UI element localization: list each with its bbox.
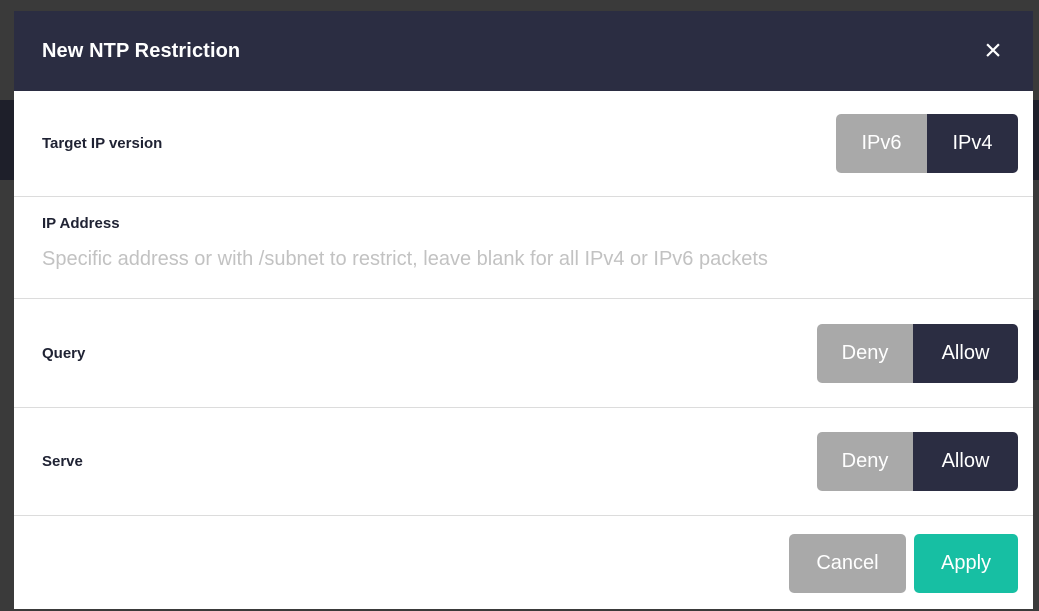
ip-address-label: IP Address bbox=[42, 215, 120, 232]
serve-allow-option[interactable]: Allow bbox=[913, 432, 1018, 491]
serve-deny-option[interactable]: Deny bbox=[817, 432, 913, 491]
ip-address-input[interactable] bbox=[42, 248, 1005, 271]
ip-version-toggle: IPv6 IPv4 bbox=[836, 114, 1018, 173]
ipv6-option[interactable]: IPv6 bbox=[836, 114, 927, 173]
dialog-footer: Cancel Apply bbox=[14, 516, 1033, 610]
cancel-button[interactable]: Cancel bbox=[789, 533, 906, 593]
ip-address-block: IP Address bbox=[14, 197, 1033, 299]
apply-button[interactable]: Apply bbox=[914, 533, 1018, 593]
backdrop bbox=[1033, 310, 1039, 380]
backdrop bbox=[1033, 100, 1039, 180]
query-allow-option[interactable]: Allow bbox=[913, 323, 1018, 383]
query-row: Query Deny Allow bbox=[14, 299, 1033, 408]
query-deny-option[interactable]: Deny bbox=[817, 323, 913, 383]
serve-label: Serve bbox=[42, 453, 83, 470]
target-ip-version-row: Target IP version IPv6 IPv4 bbox=[14, 91, 1033, 197]
dialog-title: New NTP Restriction bbox=[42, 39, 241, 62]
target-ip-version-label: Target IP version bbox=[42, 135, 163, 152]
close-icon[interactable]: × bbox=[981, 36, 1005, 66]
serve-row: Serve Deny Allow bbox=[14, 408, 1033, 516]
ntp-restriction-dialog: New NTP Restriction × Target IP version … bbox=[14, 11, 1033, 609]
query-label: Query bbox=[42, 344, 86, 362]
ipv4-option[interactable]: IPv4 bbox=[927, 114, 1018, 173]
backdrop bbox=[0, 100, 14, 180]
serve-toggle: Deny Allow bbox=[817, 432, 1018, 491]
dialog-header: New NTP Restriction × bbox=[14, 11, 1033, 91]
query-toggle: Deny Allow bbox=[817, 323, 1018, 383]
